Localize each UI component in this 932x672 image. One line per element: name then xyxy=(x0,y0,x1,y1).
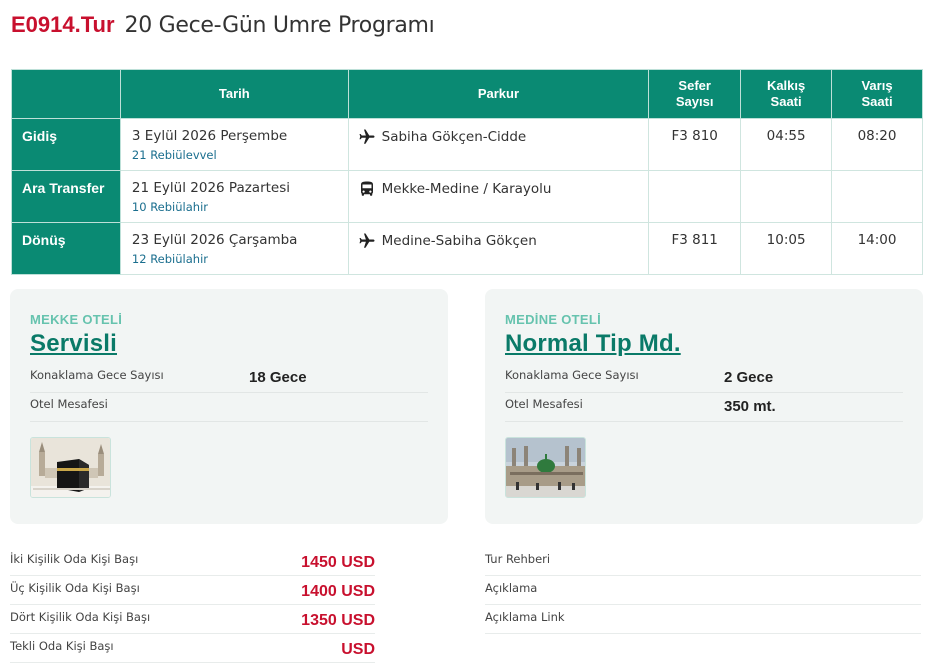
itinerary-table: Tarih Parkur Sefer Sayısı Kalkış Saati Var… xyxy=(11,69,923,275)
nights-label: Konaklama Gece Sayısı xyxy=(505,368,639,382)
plane-icon xyxy=(359,233,375,248)
date-cell: 23 Eylül 2026 Çarşamba 12 Rebiülahir xyxy=(119,222,349,275)
page-title: E0914.Tur 20 Gece-Gün Umre Programı xyxy=(11,12,435,38)
hotel-thumbnail[interactable] xyxy=(30,437,111,498)
route-text: Sabiha Gökçen-Cidde xyxy=(381,129,527,145)
hotel-thumbnail[interactable] xyxy=(505,437,586,498)
nights-label: Konaklama Gece Sayısı xyxy=(30,368,164,382)
flight-number: F3 810 xyxy=(648,118,742,171)
price-row: Tekli Oda Kişi Başı USD xyxy=(10,634,375,663)
price-row: Üç Kişilik Oda Kişi Başı 1400 USD xyxy=(10,576,375,605)
row-label: Gidiş xyxy=(11,118,121,171)
departure-time: 10:05 xyxy=(740,222,833,275)
tour-name: 20 Gece-Gün Umre Programı xyxy=(124,13,435,38)
price-label: Tekli Oda Kişi Başı xyxy=(10,639,114,653)
header-date: Tarih xyxy=(119,69,349,119)
extra-info-row: Tur Rehberi xyxy=(485,547,921,576)
hijri-date: 10 Rebiülahir xyxy=(131,200,208,214)
flight-number: F3 811 xyxy=(648,222,742,275)
header-arrival-line1: Varış xyxy=(861,78,893,93)
tour-guide-label: Tur Rehberi xyxy=(485,552,551,566)
price-value: 1400 USD xyxy=(301,583,375,600)
arrival-time: 08:20 xyxy=(831,118,923,171)
route-cell: Medine-Sabiha Gökçen xyxy=(347,222,650,275)
mekke-hotel-card: MEKKE OTELİ Servisli Konaklama Gece Sayı… xyxy=(10,289,448,524)
route-text: Mekke-Medine / Karayolu xyxy=(381,181,552,197)
hijri-date: 21 Rebiülevvel xyxy=(131,148,217,162)
nights-value: 18 Gece xyxy=(249,369,307,386)
nights-row: Konaklama Gece Sayısı 18 Gece xyxy=(30,364,428,393)
itinerary-row-transfer: Ara Transfer 21 Eylül 2026 Pazartesi 10 R… xyxy=(11,170,923,223)
itinerary-header-row: Tarih Parkur Sefer Sayısı Kalkış Saati Var… xyxy=(11,69,923,119)
bus-icon xyxy=(360,181,373,196)
price-row: Dört Kişilik Oda Kişi Başı 1350 USD xyxy=(10,605,375,634)
extra-info-row: Açıklama Link xyxy=(485,605,921,634)
distance-row: Otel Mesafesi 350 mt. xyxy=(505,393,903,422)
nights-row: Konaklama Gece Sayısı 2 Gece xyxy=(505,364,903,393)
route-text: Medine-Sabiha Gökçen xyxy=(381,233,537,249)
nights-value: 2 Gece xyxy=(724,369,774,386)
price-value: USD xyxy=(341,641,375,658)
route-cell: Mekke-Medine / Karayolu xyxy=(347,170,650,223)
itinerary-row-outbound: Gidiş 3 Eylül 2026 Perşembe 21 Rebiülevve… xyxy=(11,118,923,171)
row-label: Ara Transfer xyxy=(11,170,121,223)
flight-number xyxy=(648,170,742,223)
hijri-date: 12 Rebiülahir xyxy=(131,252,208,266)
hotel-label: MEKKE OTELİ xyxy=(30,312,123,327)
price-row: İki Kişilik Oda Kişi Başı 1450 USD xyxy=(10,547,375,576)
gregorian-date: 3 Eylül 2026 Perşembe xyxy=(131,128,288,144)
header-arrival: Varış Saati xyxy=(831,69,923,119)
price-value: 1350 USD xyxy=(301,612,375,629)
distance-label: Otel Mesafesi xyxy=(30,397,108,411)
description-label: Açıklama xyxy=(485,581,538,595)
price-value: 1450 USD xyxy=(301,554,375,571)
plane-icon xyxy=(359,129,375,144)
header-route: Parkur xyxy=(347,69,650,119)
header-empty xyxy=(11,69,121,119)
itinerary-row-return: Dönüş 23 Eylül 2026 Çarşamba 12 Rebiülahi… xyxy=(11,222,923,275)
hotel-name-link[interactable]: Servisli xyxy=(30,330,117,358)
date-cell: 3 Eylül 2026 Perşembe 21 Rebiülevvel xyxy=(119,118,349,171)
arrival-time xyxy=(831,170,923,223)
price-label: İki Kişilik Oda Kişi Başı xyxy=(10,552,139,566)
departure-time xyxy=(740,170,833,223)
departure-time: 04:55 xyxy=(740,118,833,171)
row-label: Dönüş xyxy=(11,222,121,275)
gregorian-date: 23 Eylül 2026 Çarşamba xyxy=(131,232,298,248)
header-flight: Sefer Sayısı xyxy=(648,69,742,119)
header-departure: Kalkış Saati xyxy=(740,69,833,119)
distance-label: Otel Mesafesi xyxy=(505,397,583,411)
header-departure-line2: Saati xyxy=(770,94,802,109)
extra-info-row: Açıklama xyxy=(485,576,921,605)
header-arrival-line2: Saati xyxy=(861,94,893,109)
mosque-image xyxy=(506,438,585,497)
gregorian-date: 21 Eylül 2026 Pazartesi xyxy=(131,180,291,196)
tour-code: E0914.Tur xyxy=(11,12,115,37)
arrival-time: 14:00 xyxy=(831,222,923,275)
hotel-name-link[interactable]: Normal Tip Md. xyxy=(505,330,681,358)
header-flight-line2: Sayısı xyxy=(675,94,714,109)
price-label: Üç Kişilik Oda Kişi Başı xyxy=(10,581,140,595)
date-cell: 21 Eylül 2026 Pazartesi 10 Rebiülahir xyxy=(119,170,349,223)
medine-hotel-card: MEDİNE OTELİ Normal Tip Md. Konaklama Ge… xyxy=(485,289,923,524)
hotel-label: MEDİNE OTELİ xyxy=(505,312,602,327)
route-cell: Sabiha Gökçen-Cidde xyxy=(347,118,650,171)
header-flight-line1: Sefer xyxy=(678,78,711,93)
description-link-label: Açıklama Link xyxy=(485,610,565,624)
kaaba-image xyxy=(31,438,110,497)
distance-value: 350 mt. xyxy=(724,398,776,415)
price-label: Dört Kişilik Oda Kişi Başı xyxy=(10,610,151,624)
distance-row: Otel Mesafesi xyxy=(30,393,428,422)
header-departure-line1: Kalkış xyxy=(766,78,806,93)
